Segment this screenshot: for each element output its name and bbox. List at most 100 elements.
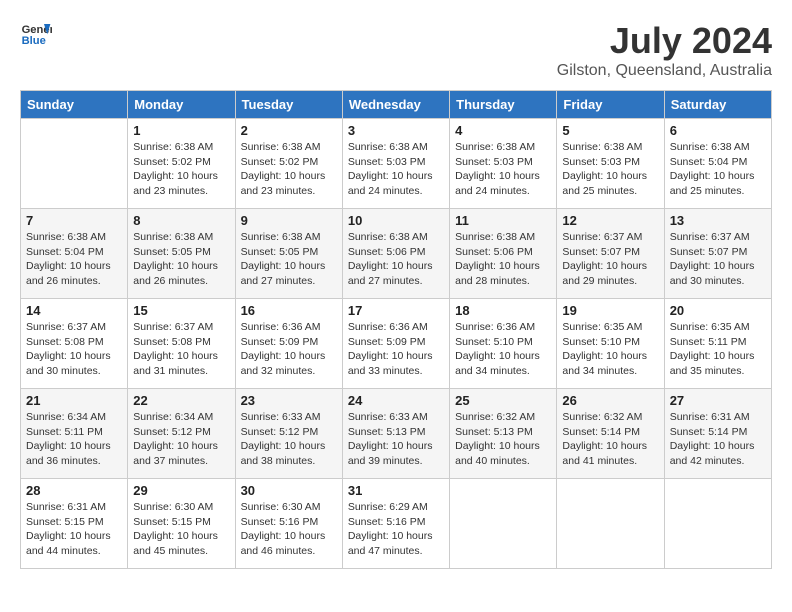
day-header-monday: Monday [128,91,235,119]
calendar-cell: 17 Sunrise: 6:36 AMSunset: 5:09 PMDayligh… [342,299,449,389]
day-number: 11 [455,213,551,228]
day-info: Sunrise: 6:38 AMSunset: 5:04 PMDaylight:… [670,140,766,199]
calendar-week-row: 7Sunrise: 6:38 AMSunset: 5:04 PMDaylight… [21,209,772,299]
day-info: Sunrise: 6:36 AMSunset: 5:09 PMDaylight:… [348,320,444,379]
day-info: Sunrise: 6:38 AMSunset: 5:06 PMDaylight:… [348,230,444,289]
calendar-cell: 13Sunrise: 6:37 AMSunset: 5:07 PMDayligh… [664,209,771,299]
calendar-cell: 18Sunrise: 6:36 AMSunset: 5:10 PMDayligh… [450,299,557,389]
day-header-sunday: Sunday [21,91,128,119]
day-info: Sunrise: 6:38 AMSunset: 5:03 PMDaylight:… [455,140,551,199]
calendar-cell: 31 Sunrise: 6:29 AMSunset: 5:16 PMDayligh… [342,479,449,569]
calendar-cell: 23 Sunrise: 6:33 AMSunset: 5:12 PMDayligh… [235,389,342,479]
day-number: 6 [670,123,766,138]
day-header-wednesday: Wednesday [342,91,449,119]
calendar-cell: 6 Sunrise: 6:38 AMSunset: 5:04 PMDaylight… [664,119,771,209]
day-info: Sunrise: 6:38 AMSunset: 5:02 PMDaylight:… [241,140,337,199]
calendar-cell: 24 Sunrise: 6:33 AMSunset: 5:13 PMDayligh… [342,389,449,479]
day-info: Sunrise: 6:38 AMSunset: 5:03 PMDaylight:… [348,140,444,199]
day-info: Sunrise: 6:38 AMSunset: 5:05 PMDaylight:… [133,230,229,289]
day-number: 8 [133,213,229,228]
day-info: Sunrise: 6:38 AMSunset: 5:03 PMDaylight:… [562,140,658,199]
calendar-cell: 16 Sunrise: 6:36 AMSunset: 5:09 PMDayligh… [235,299,342,389]
day-number: 26 [562,393,658,408]
calendar-cell: 27Sunrise: 6:31 AMSunset: 5:14 PMDayligh… [664,389,771,479]
day-info: Sunrise: 6:36 AMSunset: 5:10 PMDaylight:… [455,320,551,379]
day-info: Sunrise: 6:37 AMSunset: 5:08 PMDaylight:… [133,320,229,379]
title-block: July 2024 Gilston, Queensland, Australia [557,20,772,80]
calendar-cell: 1 Sunrise: 6:38 AMSunset: 5:02 PMDaylight… [128,119,235,209]
svg-text:Blue: Blue [22,35,46,47]
calendar-cell: 28Sunrise: 6:31 AMSunset: 5:15 PMDayligh… [21,479,128,569]
logo-icon: General Blue [20,20,52,48]
location-subtitle: Gilston, Queensland, Australia [557,62,772,80]
calendar-cell: 26 Sunrise: 6:32 AMSunset: 5:14 PMDayligh… [557,389,664,479]
day-number: 29 [133,483,229,498]
calendar-cell: 29 Sunrise: 6:30 AMSunset: 5:15 PMDayligh… [128,479,235,569]
day-number: 24 [348,393,444,408]
day-info: Sunrise: 6:37 AMSunset: 5:07 PMDaylight:… [562,230,658,289]
page-header: General Blue July 2024 Gilston, Queensla… [20,20,772,80]
day-number: 1 [133,123,229,138]
day-info: Sunrise: 6:36 AMSunset: 5:09 PMDaylight:… [241,320,337,379]
calendar-cell: 4 Sunrise: 6:38 AMSunset: 5:03 PMDaylight… [450,119,557,209]
calendar-week-row: 21 Sunrise: 6:34 AMSunset: 5:11 PMDayligh… [21,389,772,479]
calendar-header-row: SundayMondayTuesdayWednesdayThursdayFrid… [21,91,772,119]
calendar-cell: 9 Sunrise: 6:38 AMSunset: 5:05 PMDaylight… [235,209,342,299]
day-number: 10 [348,213,444,228]
day-number: 16 [241,303,337,318]
calendar-cell: 30Sunrise: 6:30 AMSunset: 5:16 PMDayligh… [235,479,342,569]
day-info: Sunrise: 6:35 AMSunset: 5:11 PMDaylight:… [670,320,766,379]
day-number: 17 [348,303,444,318]
day-info: Sunrise: 6:38 AMSunset: 5:06 PMDaylight:… [455,230,551,289]
day-info: Sunrise: 6:29 AMSunset: 5:16 PMDaylight:… [348,500,444,559]
calendar-cell: 21 Sunrise: 6:34 AMSunset: 5:11 PMDayligh… [21,389,128,479]
calendar-cell: 2Sunrise: 6:38 AMSunset: 5:02 PMDaylight… [235,119,342,209]
day-info: Sunrise: 6:35 AMSunset: 5:10 PMDaylight:… [562,320,658,379]
calendar-cell: 19 Sunrise: 6:35 AMSunset: 5:10 PMDayligh… [557,299,664,389]
day-number: 23 [241,393,337,408]
day-number: 31 [348,483,444,498]
day-number: 5 [562,123,658,138]
calendar-cell: 22 Sunrise: 6:34 AMSunset: 5:12 PMDayligh… [128,389,235,479]
calendar-table: SundayMondayTuesdayWednesdayThursdayFrid… [20,90,772,569]
day-number: 30 [241,483,337,498]
calendar-cell [450,479,557,569]
day-number: 3 [348,123,444,138]
day-header-saturday: Saturday [664,91,771,119]
calendar-cell: 10 Sunrise: 6:38 AMSunset: 5:06 PMDayligh… [342,209,449,299]
day-number: 9 [241,213,337,228]
day-number: 14 [26,303,122,318]
day-info: Sunrise: 6:33 AMSunset: 5:13 PMDaylight:… [348,410,444,469]
calendar-cell: 14 Sunrise: 6:37 AMSunset: 5:08 PMDayligh… [21,299,128,389]
day-info: Sunrise: 6:37 AMSunset: 5:08 PMDaylight:… [26,320,122,379]
day-info: Sunrise: 6:34 AMSunset: 5:11 PMDaylight:… [26,410,122,469]
calendar-cell: 25Sunrise: 6:32 AMSunset: 5:13 PMDayligh… [450,389,557,479]
day-number: 13 [670,213,766,228]
day-number: 19 [562,303,658,318]
calendar-cell: 3 Sunrise: 6:38 AMSunset: 5:03 PMDaylight… [342,119,449,209]
day-info: Sunrise: 6:38 AMSunset: 5:05 PMDaylight:… [241,230,337,289]
day-number: 21 [26,393,122,408]
day-header-tuesday: Tuesday [235,91,342,119]
day-header-friday: Friday [557,91,664,119]
calendar-cell: 5 Sunrise: 6:38 AMSunset: 5:03 PMDaylight… [557,119,664,209]
day-info: Sunrise: 6:31 AMSunset: 5:14 PMDaylight:… [670,410,766,469]
day-number: 22 [133,393,229,408]
day-info: Sunrise: 6:34 AMSunset: 5:12 PMDaylight:… [133,410,229,469]
day-number: 12 [562,213,658,228]
calendar-cell: 7Sunrise: 6:38 AMSunset: 5:04 PMDaylight… [21,209,128,299]
day-info: Sunrise: 6:30 AMSunset: 5:15 PMDaylight:… [133,500,229,559]
month-year-title: July 2024 [557,20,772,62]
calendar-cell [664,479,771,569]
calendar-cell: 12 Sunrise: 6:37 AMSunset: 5:07 PMDayligh… [557,209,664,299]
day-number: 4 [455,123,551,138]
day-info: Sunrise: 6:33 AMSunset: 5:12 PMDaylight:… [241,410,337,469]
day-number: 25 [455,393,551,408]
calendar-cell: 8 Sunrise: 6:38 AMSunset: 5:05 PMDaylight… [128,209,235,299]
calendar-week-row: 1 Sunrise: 6:38 AMSunset: 5:02 PMDaylight… [21,119,772,209]
day-header-thursday: Thursday [450,91,557,119]
day-info: Sunrise: 6:32 AMSunset: 5:14 PMDaylight:… [562,410,658,469]
calendar-week-row: 28Sunrise: 6:31 AMSunset: 5:15 PMDayligh… [21,479,772,569]
day-info: Sunrise: 6:31 AMSunset: 5:15 PMDaylight:… [26,500,122,559]
day-info: Sunrise: 6:38 AMSunset: 5:02 PMDaylight:… [133,140,229,199]
